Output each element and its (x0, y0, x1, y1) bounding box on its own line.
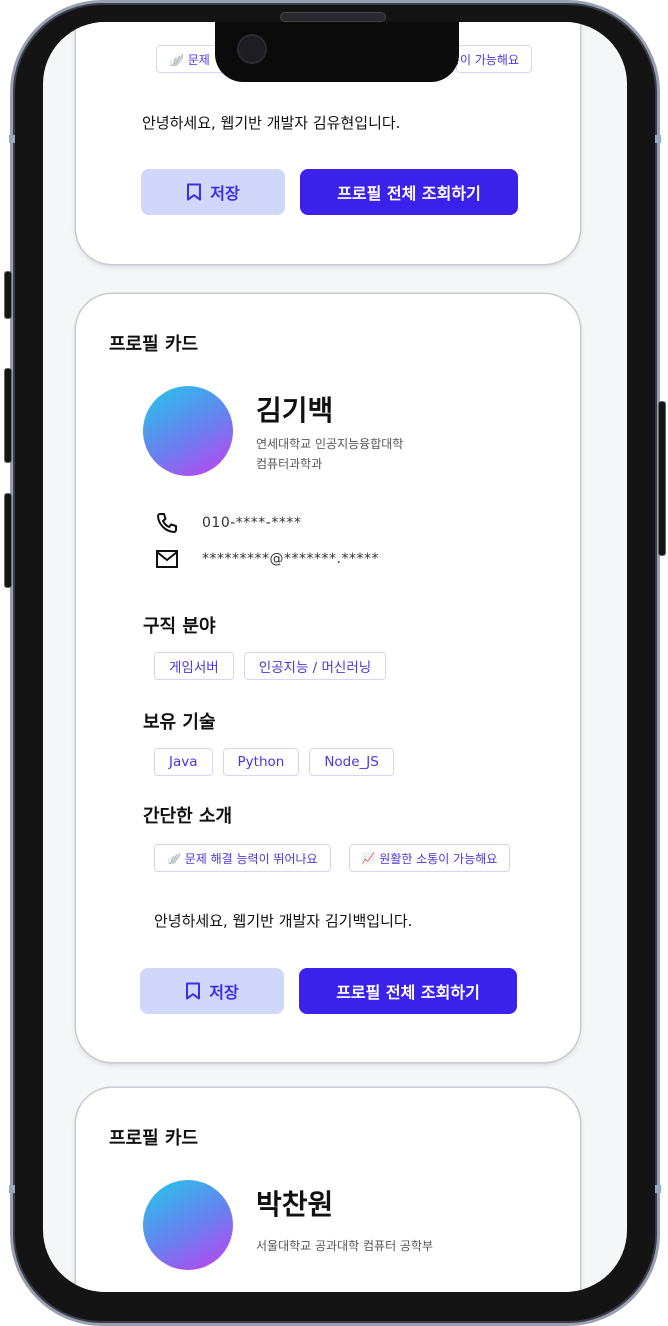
bookmark-icon (187, 183, 202, 201)
intro-text: 안녕하세요, 웹기반 개발자 김유현입니다. (142, 114, 401, 132)
avatar (143, 386, 233, 476)
volume-down-button (4, 493, 12, 588)
email-address: *********@*******.***** (202, 551, 379, 567)
profile-card: 프로필 카드 김기백 연세대학교 인공지능융합대학 컴퓨터과학과 010-***… (76, 294, 580, 1062)
save-button[interactable]: 저장 (140, 968, 284, 1014)
view-full-profile-label: 프로필 전체 조회하기 (337, 184, 481, 203)
chart-up-icon: 📈 (361, 851, 376, 865)
skill-tags: Java Python Node_JS (154, 748, 394, 776)
intro-text: 안녕하세요, 웹기반 개발자 김기백입니다. (154, 912, 413, 930)
profile-school: 연세대학교 인공지능융합대학 컴퓨터과학과 (256, 434, 403, 474)
school-line-1: 연세대학교 인공지능융합대학 (256, 437, 404, 451)
intro-tag: 📈 원활한 소통이 가능해요 (348, 844, 511, 872)
app-screen: 🪽 문제 소통이 가능해요 안녕하세요, 웹기반 개발자 김유현입니다. 저장 … (43, 22, 627, 1292)
job-tag: 인공지능 / 머신러닝 (243, 652, 387, 680)
intro-tags: 소통이 가능해요 (438, 45, 532, 73)
sparkle-icon: 🪽 (167, 851, 181, 865)
mail-icon (154, 546, 180, 572)
avatar (143, 1180, 233, 1270)
email-row: *********@*******.***** (154, 546, 379, 572)
antenna-band (9, 1185, 15, 1193)
intro-tag-label: 문제 해결 능력이 뛰어나요 (184, 851, 318, 866)
intro-tag: 소통이 가능해요 (438, 45, 532, 73)
phone-number: 010-****-**** (202, 515, 302, 531)
profile-name: 박찬원 (256, 1188, 334, 1221)
profile-name: 김기백 (256, 394, 334, 427)
save-label: 저장 (210, 184, 240, 203)
profile-card-next: 프로필 카드 박찬원 서울대학교 공과대학 컴퓨터 공학부 (76, 1088, 580, 1292)
skill-tag: Python (222, 748, 300, 776)
card-title: 프로필 카드 (109, 1128, 199, 1149)
job-tags: 게임서버 인공지능 / 머신러닝 (154, 652, 387, 680)
front-camera (237, 34, 267, 64)
notch (215, 22, 459, 82)
antenna-band (9, 135, 15, 143)
mute-switch (4, 271, 12, 319)
card-title: 프로필 카드 (109, 334, 199, 355)
intro-section-title: 간단한 소개 (143, 806, 233, 827)
phone-row: 010-****-**** (154, 510, 301, 536)
skill-tag: Java (154, 748, 213, 776)
school-line-2: 컴퓨터과학과 (256, 457, 323, 471)
intro-tags: 🪽 문제 해결 능력이 뛰어나요 📈 원활한 소통이 가능해요 (154, 844, 511, 872)
antenna-band (655, 1185, 661, 1193)
skills-section-title: 보유 기술 (143, 712, 216, 733)
phone-icon (154, 510, 180, 536)
intro-tag-label: 원활한 소통이 가능해요 (379, 851, 498, 866)
antenna-band (655, 135, 661, 143)
save-button[interactable]: 저장 (141, 169, 285, 215)
view-full-profile-button[interactable]: 프로필 전체 조회하기 (299, 968, 517, 1014)
volume-up-button (4, 368, 12, 463)
bookmark-icon (186, 982, 201, 1000)
save-label: 저장 (209, 983, 239, 1002)
intro-tag: 🪽 문제 해결 능력이 뛰어나요 (154, 844, 331, 872)
profile-school: 서울대학교 공과대학 컴퓨터 공학부 (256, 1239, 434, 1253)
power-button (658, 401, 666, 556)
job-tag: 게임서버 (154, 652, 234, 680)
jobs-section-title: 구직 분야 (143, 616, 216, 637)
view-full-profile-button[interactable]: 프로필 전체 조회하기 (300, 169, 518, 215)
view-full-profile-label: 프로필 전체 조회하기 (336, 983, 480, 1002)
skill-tag: Node_JS (309, 748, 394, 776)
earpiece-speaker (280, 12, 386, 22)
